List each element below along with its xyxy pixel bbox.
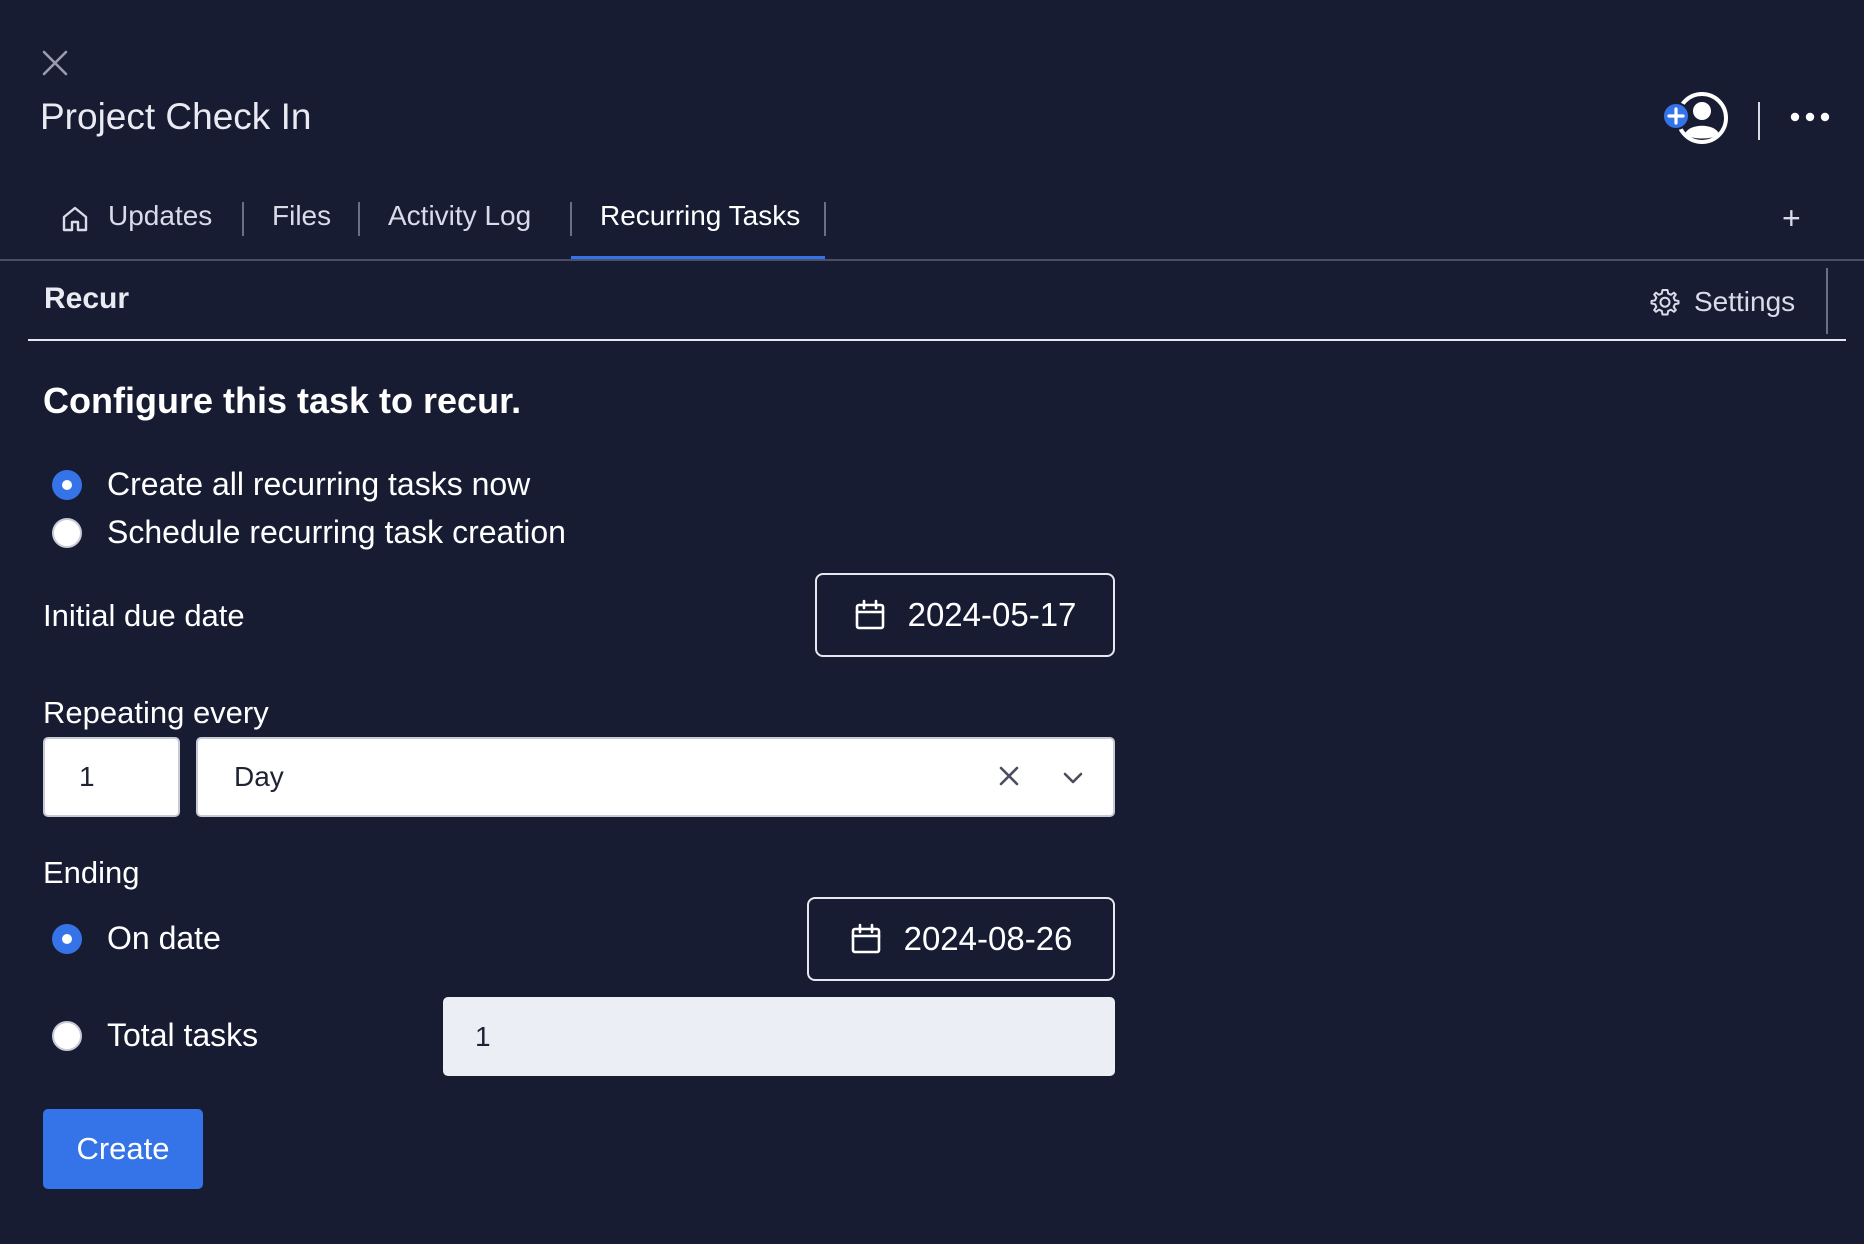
radio-end-total-tasks-label[interactable]: Total tasks — [107, 1017, 258, 1054]
dropdown-toggle[interactable] — [1060, 765, 1086, 791]
calendar-icon — [855, 599, 884, 630]
home-icon — [62, 206, 88, 232]
add-subscriber-button[interactable] — [1660, 90, 1730, 146]
ending-label: Ending — [43, 855, 140, 890]
page-title: Project Check In — [40, 96, 312, 137]
total-tasks-input[interactable]: 1 — [443, 997, 1115, 1076]
chevron-down-icon — [1063, 772, 1083, 784]
settings-divider — [1826, 268, 1828, 334]
tab-activity-log[interactable]: Activity Log — [388, 200, 531, 260]
tab-recurring-tasks[interactable]: Recurring Tasks — [600, 200, 800, 260]
tab-files[interactable]: Files — [272, 200, 331, 260]
initial-due-date-label: Initial due date — [43, 598, 245, 633]
tabs-divider — [0, 259, 1864, 261]
add-person-icon — [1662, 92, 1728, 144]
radio-schedule-creation[interactable] — [52, 518, 82, 548]
form-heading: Configure this task to recur. — [43, 380, 522, 421]
end-date-picker[interactable]: 2024-08-26 — [807, 897, 1115, 981]
tab-files-label: Files — [272, 200, 332, 231]
section-title: Recur — [44, 282, 130, 315]
tab-updates-label: Updates — [108, 200, 213, 231]
radio-end-total-tasks[interactable] — [52, 1021, 82, 1051]
radio-end-on-date[interactable] — [52, 924, 82, 954]
repeat-unit-select[interactable]: Day — [196, 737, 1115, 817]
close-icon — [999, 766, 1019, 786]
tab-activity-log-label: Activity Log — [388, 200, 532, 231]
radio-create-all-now[interactable] — [52, 470, 82, 500]
clear-selection-button[interactable] — [994, 761, 1024, 791]
section-divider — [28, 339, 1846, 341]
tab-separator — [824, 202, 826, 236]
gear-icon — [1650, 289, 1680, 316]
tab-recurring-tasks-label: Recurring Tasks — [600, 200, 801, 231]
radio-end-on-date-label[interactable]: On date — [107, 920, 221, 957]
settings-button[interactable]: Settings — [1650, 282, 1795, 322]
more-options-button[interactable] — [1790, 110, 1830, 124]
header-divider — [1758, 102, 1760, 140]
close-button[interactable] — [40, 48, 70, 78]
repeating-every-label: Repeating every — [43, 695, 269, 730]
end-date-value: 2024-08-26 — [903, 920, 1073, 957]
initial-due-date-picker[interactable]: 2024-05-17 — [815, 573, 1115, 657]
radio-schedule-creation-label[interactable]: Schedule recurring task creation — [107, 514, 566, 551]
more-horizontal-icon — [1790, 112, 1830, 122]
create-button[interactable]: Create — [43, 1109, 203, 1189]
tab-separator — [570, 202, 572, 236]
tab-updates[interactable]: Updates — [60, 200, 212, 260]
repeat-interval-input[interactable]: 1 — [43, 737, 180, 817]
add-tab-button[interactable]: + — [1782, 200, 1812, 240]
repeat-unit-value: Day — [234, 761, 284, 792]
radio-create-all-now-label[interactable]: Create all recurring tasks now — [107, 466, 530, 503]
calendar-icon — [851, 923, 880, 954]
close-icon — [42, 50, 68, 76]
settings-label: Settings — [1694, 286, 1796, 317]
tab-separator — [358, 202, 360, 236]
tab-separator — [242, 202, 244, 236]
initial-due-date-value: 2024-05-17 — [907, 596, 1077, 633]
